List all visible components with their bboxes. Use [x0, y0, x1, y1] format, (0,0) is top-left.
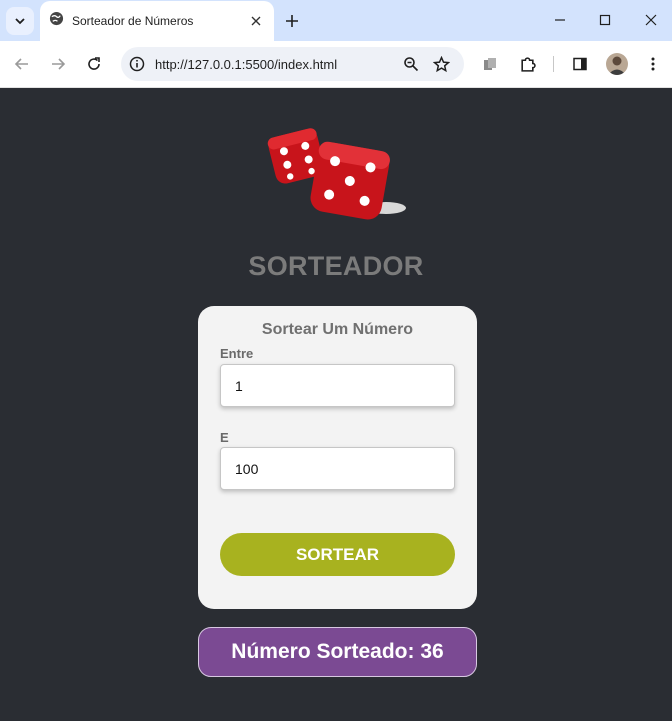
more-icon[interactable] — [640, 51, 666, 77]
close-icon[interactable] — [246, 11, 266, 31]
toolbar-divider — [553, 56, 554, 72]
reload-icon[interactable] — [81, 51, 107, 77]
url-text[interactable]: http://127.0.0.1:5500/index.html — [155, 57, 403, 72]
side-panel-icon[interactable] — [567, 51, 593, 77]
from-input[interactable] — [220, 364, 455, 407]
globe-icon — [49, 11, 64, 31]
browser-toolbar: http://127.0.0.1:5500/index.html — [0, 41, 672, 88]
draw-button[interactable]: SORTEAR — [220, 533, 455, 576]
tab-search-icon[interactable] — [6, 7, 34, 35]
site-info-icon[interactable] — [129, 56, 145, 72]
to-label: E — [220, 430, 229, 445]
extension-tool-icon[interactable] — [477, 51, 503, 77]
forward-icon[interactable] — [45, 51, 71, 77]
window-close-icon[interactable] — [630, 4, 672, 36]
tab-title: Sorteador de Números — [72, 14, 194, 28]
avatar[interactable] — [606, 53, 628, 75]
dice-icon — [267, 128, 406, 220]
puzzle-icon[interactable] — [514, 51, 540, 77]
minimize-icon[interactable] — [539, 4, 581, 36]
active-tab[interactable]: Sorteador de Números — [40, 1, 274, 41]
address-bar[interactable]: http://127.0.0.1:5500/index.html — [121, 47, 464, 81]
from-label: Entre — [220, 346, 254, 361]
bookmark-star-icon[interactable] — [433, 55, 450, 73]
page-title: SORTEADOR — [248, 251, 424, 281]
result-badge: Número Sorteado: 36 — [198, 627, 477, 677]
tab-strip: Sorteador de Números — [0, 0, 672, 41]
card-title: Sortear Um Número — [261, 321, 414, 338]
back-icon[interactable] — [9, 51, 35, 77]
plus-icon[interactable] — [280, 9, 304, 33]
zoom-icon[interactable] — [403, 56, 419, 72]
draw-card: Sortear Um Número Entre E SORTEAR — [198, 306, 477, 609]
maximize-icon[interactable] — [584, 4, 626, 36]
page-content: SORTEADOR Sortear Um Número Entre E SORT… — [0, 88, 672, 721]
to-input[interactable] — [220, 447, 455, 490]
